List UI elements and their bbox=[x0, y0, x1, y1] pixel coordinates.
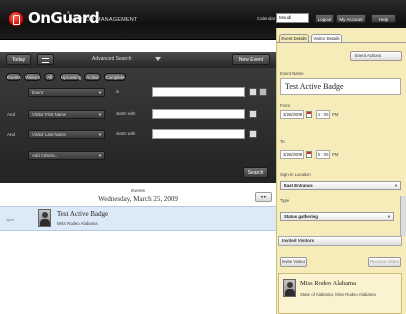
first-name-input[interactable] bbox=[152, 109, 245, 119]
advanced-search-toggle[interactable]: Advanced Search bbox=[92, 56, 131, 62]
help-button[interactable]: Help bbox=[371, 14, 396, 23]
visitor-photo bbox=[283, 279, 296, 297]
app-subtitle: VISITOR MANAGEMENT bbox=[71, 17, 138, 23]
invited-visitors-header: Invited Visitors bbox=[278, 236, 402, 246]
calendar-view-button[interactable] bbox=[37, 54, 54, 65]
registered-mark: ® bbox=[67, 10, 70, 15]
invited-visitor-name: Miss Rodeo Alabama bbox=[300, 280, 356, 287]
event-actions-select[interactable]: Event Actions bbox=[350, 51, 402, 61]
filter-chip-upcoming[interactable]: Upcoming bbox=[60, 73, 81, 81]
calendar-icon[interactable] bbox=[306, 111, 312, 118]
criteria-value-input[interactable] bbox=[152, 87, 245, 97]
criteria-field-select[interactable]: Visitor Last Name bbox=[28, 130, 105, 139]
results-header: Events bbox=[131, 188, 145, 193]
my-account-button[interactable]: My Account bbox=[336, 14, 366, 23]
filter-chip-visitors[interactable]: Visitors bbox=[24, 73, 41, 81]
logout-button[interactable]: Logout bbox=[315, 14, 334, 23]
add-criteria-icon[interactable] bbox=[249, 88, 257, 96]
event-name-input[interactable]: Test Active Badge bbox=[280, 78, 401, 95]
event-time: 1pm bbox=[6, 217, 14, 222]
event-title[interactable]: Test Active Badge bbox=[57, 210, 108, 218]
from-date-input[interactable]: 3/25/2009 bbox=[280, 110, 304, 119]
panel-scrollbar[interactable] bbox=[400, 196, 406, 236]
type-label: Type bbox=[280, 198, 290, 203]
date-nav-arrows[interactable]: ◂ ▸ bbox=[255, 192, 272, 202]
criteria-conjunction: And bbox=[7, 132, 16, 137]
calendar-icon[interactable] bbox=[306, 151, 312, 158]
add-criteria-select[interactable]: Add Criteria... bbox=[28, 151, 105, 160]
onguard-logo-icon bbox=[8, 11, 24, 27]
calendar-select[interactable]: Moudl bbox=[276, 13, 309, 23]
remove-criteria-icon[interactable] bbox=[249, 130, 257, 138]
criteria-operator: starts with bbox=[116, 131, 136, 136]
from-label: From bbox=[280, 103, 291, 108]
filter-chip-events[interactable]: Events bbox=[6, 73, 21, 81]
remove-criteria-icon[interactable] bbox=[249, 110, 257, 118]
search-button[interactable]: Search bbox=[243, 167, 268, 178]
to-label: To bbox=[280, 139, 285, 144]
type-select[interactable]: Status gathering bbox=[280, 212, 394, 221]
criteria-operator: is bbox=[116, 89, 120, 94]
remove-visitor-button[interactable]: Remove Visitor bbox=[368, 257, 401, 267]
chevron-down-icon[interactable] bbox=[155, 57, 161, 61]
filter-chip-active[interactable]: Active bbox=[84, 73, 101, 81]
criteria-field-select[interactable]: Visitor First Name bbox=[28, 110, 105, 119]
filter-chip-all[interactable]: All bbox=[44, 73, 55, 81]
last-name-input[interactable] bbox=[152, 129, 245, 139]
criteria-operator: starts with bbox=[116, 111, 136, 116]
from-time-input[interactable]: 4 : 00 bbox=[316, 110, 330, 119]
filter-chip-complete[interactable]: Complete bbox=[104, 73, 126, 81]
remove-criteria-icon[interactable] bbox=[259, 88, 267, 96]
criteria-conjunction: And bbox=[7, 112, 16, 117]
today-button[interactable]: Today bbox=[6, 54, 31, 65]
criteria-field-select[interactable]: Event bbox=[28, 88, 105, 97]
invite-visitor-button[interactable]: Invite Visitor bbox=[280, 257, 307, 267]
list-view-icon bbox=[42, 58, 49, 63]
event-name-label: Event Name bbox=[280, 71, 304, 76]
tab-divider bbox=[276, 42, 406, 43]
invited-visitor-detail: State of Alabama, Miss Rodeo Alabama bbox=[300, 292, 376, 297]
location-label: Sign-in Location bbox=[280, 172, 311, 177]
from-ampm[interactable]: PM bbox=[332, 112, 338, 117]
results-date: Wednesday, March 25, 2009 bbox=[98, 195, 178, 203]
visitor-photo bbox=[38, 209, 51, 227]
to-ampm[interactable]: PM bbox=[332, 152, 338, 157]
to-time-input[interactable]: 5 : 00 bbox=[316, 150, 330, 159]
location-select[interactable]: East Entrance bbox=[280, 181, 401, 190]
to-date-input[interactable]: 3/25/2009 bbox=[280, 150, 304, 159]
new-event-button[interactable]: New Event bbox=[232, 54, 270, 65]
event-visitor: Miss Rodeo Alabama bbox=[57, 221, 98, 226]
calendar-label: Calendar bbox=[257, 16, 276, 21]
advanced-search-panel bbox=[0, 68, 276, 183]
